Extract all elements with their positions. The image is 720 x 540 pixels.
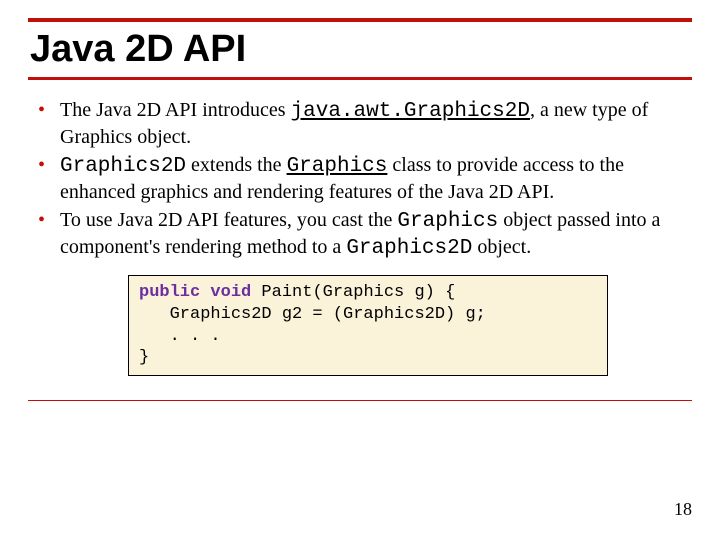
code-line-3: . . .	[139, 327, 221, 346]
slide-title: Java 2D API	[30, 28, 692, 71]
bullet-3-text-a: To use Java 2D API features, you cast th…	[60, 209, 397, 231]
code-line-4: }	[139, 348, 149, 367]
page-number: 18	[674, 499, 692, 520]
keyword-void: void	[210, 283, 251, 302]
bottom-rule	[28, 400, 692, 401]
bullet-3-code-a: Graphics	[397, 210, 498, 233]
bullet-3-text-c: object.	[472, 236, 531, 258]
bullet-list: The Java 2D API introduces java.awt.Grap…	[34, 98, 692, 261]
bullet-item-2: Graphics2D extends the Graphics class to…	[34, 153, 692, 204]
graphics-link[interactable]: Graphics	[287, 155, 388, 178]
bullet-2-text-a: extends the	[186, 154, 287, 176]
code-line-2: Graphics2D g2 = (Graphics2D) g;	[139, 305, 486, 324]
code-signature-rest: Paint(Graphics g) {	[251, 283, 455, 302]
graphics2d-link[interactable]: java.awt.Graphics2D	[291, 100, 530, 123]
bullet-2-code-a: Graphics2D	[60, 155, 186, 178]
bullet-3-code-b: Graphics2D	[346, 237, 472, 260]
title-underline-rule	[28, 77, 692, 80]
slide: Java 2D API The Java 2D API introduces j…	[0, 0, 720, 540]
bullet-item-1: The Java 2D API introduces java.awt.Grap…	[34, 98, 692, 149]
keyword-public: public	[139, 283, 200, 302]
bullet-1-text-a: The Java 2D API introduces	[60, 99, 291, 121]
code-block: public void Paint(Graphics g) { Graphics…	[128, 275, 608, 376]
top-rule	[28, 18, 692, 22]
code-example: public void Paint(Graphics g) { Graphics…	[128, 275, 608, 376]
bullet-item-3: To use Java 2D API features, you cast th…	[34, 208, 692, 261]
